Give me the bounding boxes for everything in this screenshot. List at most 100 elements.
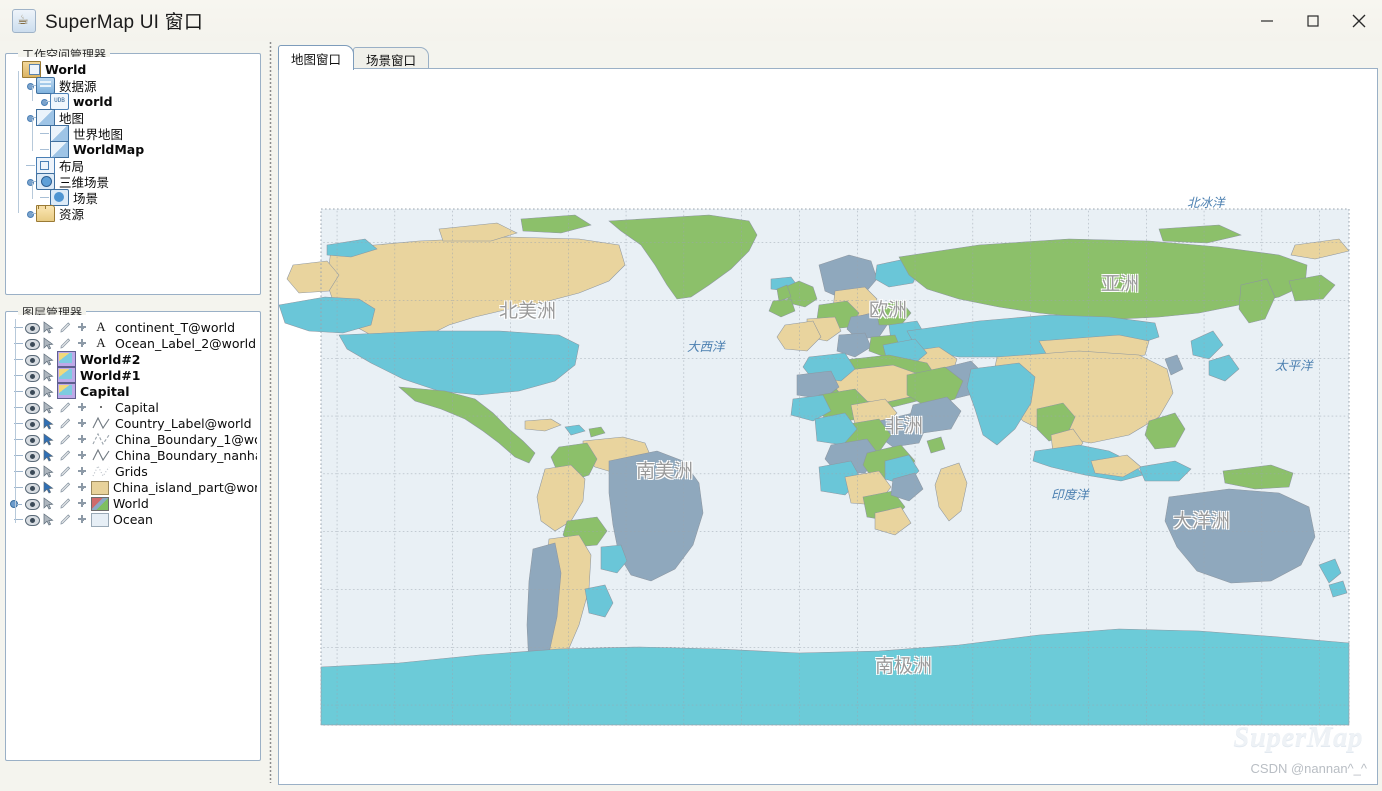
layer-editable-cell[interactable] bbox=[57, 400, 74, 414]
layer-editable-cell[interactable] bbox=[57, 336, 74, 350]
workspace-tree-item[interactable]: 地图 bbox=[9, 108, 257, 126]
snap-icon[interactable] bbox=[78, 515, 86, 523]
minimize-button[interactable] bbox=[1244, 0, 1290, 41]
visibility-eye-icon[interactable] bbox=[25, 483, 40, 494]
workspace-tree-item[interactable]: 数据源 bbox=[9, 76, 257, 94]
snap-icon[interactable] bbox=[78, 419, 86, 427]
tree-expander-icon[interactable] bbox=[25, 173, 36, 189]
workspace-tree-item[interactable]: 三维场景 bbox=[9, 172, 257, 190]
layer-snap-cell[interactable] bbox=[74, 320, 91, 334]
layer-selectable-cell[interactable] bbox=[40, 352, 57, 366]
layer-snap-cell[interactable] bbox=[74, 496, 91, 510]
workspace-tree-item[interactable]: 世界地图 bbox=[9, 124, 257, 142]
layer-visibility-cell[interactable] bbox=[23, 480, 40, 494]
edit-pencil-icon[interactable] bbox=[59, 417, 72, 430]
visibility-eye-icon[interactable] bbox=[25, 323, 40, 334]
layer-selectable-cell[interactable] bbox=[40, 384, 57, 398]
layer-visibility-cell[interactable] bbox=[23, 432, 40, 446]
layer-row[interactable]: Acontinent_T@world bbox=[9, 319, 257, 335]
layer-selectable-cell[interactable] bbox=[40, 416, 57, 430]
layer-snap-cell[interactable] bbox=[74, 464, 91, 478]
visibility-eye-icon[interactable] bbox=[25, 387, 40, 398]
layer-visibility-cell[interactable] bbox=[23, 336, 40, 350]
layer-selectable-cell[interactable] bbox=[40, 400, 57, 414]
layer-selectable-cell[interactable] bbox=[40, 320, 57, 334]
edit-pencil-icon[interactable] bbox=[59, 465, 72, 478]
layer-snap-cell[interactable] bbox=[74, 432, 91, 446]
edit-pencil-icon[interactable] bbox=[59, 433, 72, 446]
layer-row[interactable]: Ocean bbox=[9, 511, 257, 527]
layer-snap-cell[interactable] bbox=[74, 512, 91, 526]
close-button[interactable] bbox=[1336, 0, 1382, 41]
layer-selectable-cell[interactable] bbox=[40, 432, 57, 446]
layer-row[interactable]: A Ocean_Label_2@world bbox=[9, 335, 257, 351]
vertical-splitter[interactable] bbox=[266, 41, 275, 783]
visibility-eye-icon[interactable] bbox=[25, 435, 40, 446]
layer-visibility-cell[interactable] bbox=[23, 368, 40, 382]
layer-selectable-cell[interactable] bbox=[40, 448, 57, 462]
layer-editable-cell[interactable] bbox=[57, 416, 74, 430]
map-canvas[interactable]: 北美洲 南美洲 欧洲 非洲 亚洲 大洋洲 南极洲 北冰洋 大西洋 太平洋 印度洋 SuperMap … bbox=[279, 69, 1377, 784]
edit-pencil-icon[interactable] bbox=[59, 337, 72, 350]
layer-expander-icon[interactable] bbox=[10, 500, 22, 508]
workspace-tree-item[interactable]: 场景 bbox=[9, 188, 257, 206]
layer-selectable-cell[interactable] bbox=[40, 368, 57, 382]
tree-expander-icon[interactable] bbox=[25, 109, 36, 125]
layer-row[interactable]: Grids bbox=[9, 463, 257, 479]
workspace-tree-item[interactable]: WorldMap bbox=[9, 140, 257, 158]
layer-snap-cell[interactable] bbox=[74, 480, 91, 494]
visibility-eye-icon[interactable] bbox=[25, 339, 40, 350]
layer-selectable-cell[interactable] bbox=[40, 496, 57, 510]
layer-row[interactable]: World#2 bbox=[9, 351, 257, 367]
layer-row[interactable]: China_island_part@wor bbox=[9, 479, 257, 495]
snap-icon[interactable] bbox=[78, 499, 86, 507]
snap-icon[interactable] bbox=[78, 323, 86, 331]
workspace-tree-item[interactable]: 布局 bbox=[9, 156, 257, 174]
layer-visibility-cell[interactable] bbox=[23, 448, 40, 462]
layer-snap-cell[interactable] bbox=[74, 336, 91, 350]
layer-visibility-cell[interactable] bbox=[23, 512, 40, 526]
tree-expander-icon[interactable] bbox=[25, 77, 36, 93]
workspace-tree-item[interactable]: world bbox=[9, 92, 257, 110]
layer-row[interactable]: Capital bbox=[9, 399, 257, 415]
layer-editable-cell[interactable] bbox=[57, 496, 74, 510]
layer-snap-cell[interactable] bbox=[74, 400, 91, 414]
layer-row[interactable]: Country_Label@world bbox=[9, 415, 257, 431]
layer-editable-cell[interactable] bbox=[57, 480, 74, 494]
edit-pencil-icon[interactable] bbox=[59, 497, 72, 510]
tree-expander-icon[interactable] bbox=[25, 205, 36, 221]
layer-visibility-cell[interactable] bbox=[23, 320, 40, 334]
layer-editable-cell[interactable] bbox=[57, 448, 74, 462]
edit-pencil-icon[interactable] bbox=[59, 401, 72, 414]
edit-pencil-icon[interactable] bbox=[59, 513, 72, 526]
edit-pencil-icon[interactable] bbox=[59, 321, 72, 334]
layer-visibility-cell[interactable] bbox=[23, 400, 40, 414]
snap-icon[interactable] bbox=[78, 339, 86, 347]
edit-pencil-icon[interactable] bbox=[59, 449, 72, 462]
tab-map-window[interactable]: 地图窗口 bbox=[278, 45, 355, 70]
layer-snap-cell[interactable] bbox=[74, 416, 91, 430]
workspace-tree[interactable]: World数据源world地图世界地图WorldMap布局三维场景场景资源 bbox=[9, 57, 257, 222]
layer-visibility-cell[interactable] bbox=[23, 416, 40, 430]
layer-selectable-cell[interactable] bbox=[40, 336, 57, 350]
layer-selectable-cell[interactable] bbox=[40, 512, 57, 526]
visibility-eye-icon[interactable] bbox=[25, 451, 40, 462]
layer-editable-cell[interactable] bbox=[57, 464, 74, 478]
layer-snap-cell[interactable] bbox=[74, 448, 91, 462]
visibility-eye-icon[interactable] bbox=[25, 499, 40, 510]
snap-icon[interactable] bbox=[78, 483, 86, 491]
tree-expander-icon[interactable] bbox=[39, 93, 50, 109]
visibility-eye-icon[interactable] bbox=[25, 419, 40, 430]
layer-row[interactable]: World#1 bbox=[9, 367, 257, 383]
layer-visibility-cell[interactable] bbox=[23, 384, 40, 398]
layer-row[interactable]: China_Boundary_nanha bbox=[9, 447, 257, 463]
visibility-eye-icon[interactable] bbox=[25, 467, 40, 478]
visibility-eye-icon[interactable] bbox=[25, 515, 40, 526]
snap-icon[interactable] bbox=[78, 435, 86, 443]
layer-visibility-cell[interactable] bbox=[23, 352, 40, 366]
layer-row[interactable]: China_Boundary_1@wo bbox=[9, 431, 257, 447]
visibility-eye-icon[interactable] bbox=[25, 355, 40, 366]
layer-list[interactable]: Acontinent_T@world A Ocean_Label_2@world Wo… bbox=[9, 315, 257, 527]
layer-row[interactable]: Capital bbox=[9, 383, 257, 399]
maximize-button[interactable] bbox=[1290, 0, 1336, 41]
